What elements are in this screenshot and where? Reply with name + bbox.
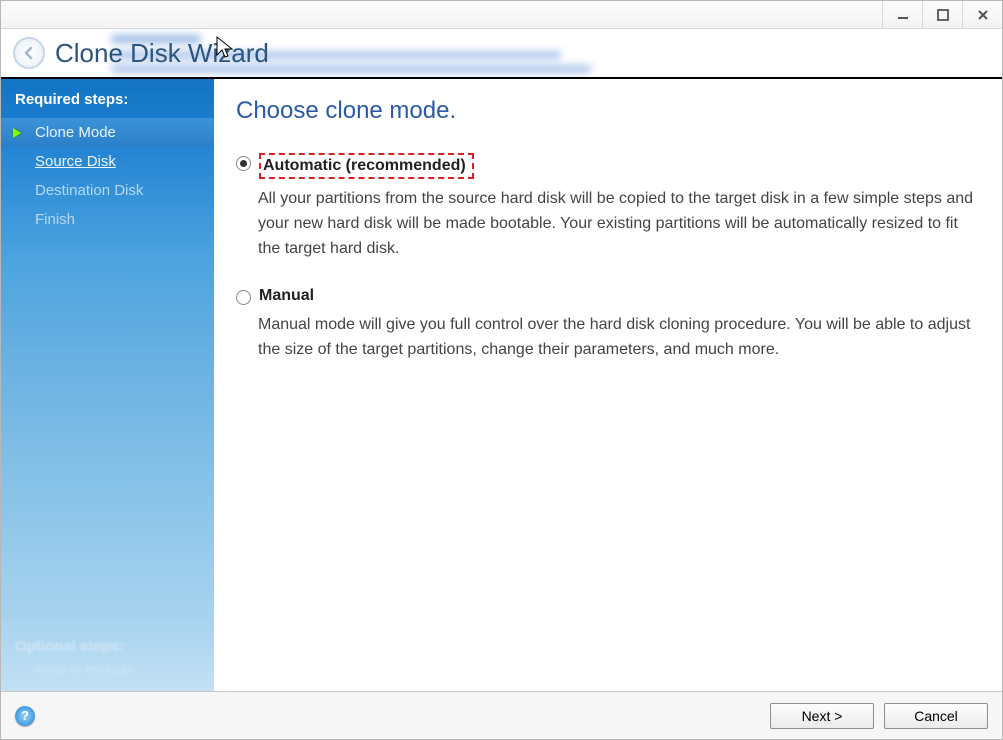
sidebar: Required steps: Clone Mode Source Disk D…: [1, 79, 214, 691]
sidebar-step-label: Destination Disk: [35, 182, 143, 199]
maximize-button[interactable]: [922, 1, 962, 28]
sidebar-step-label: Source Disk: [35, 153, 116, 170]
help-icon[interactable]: ?: [15, 706, 35, 726]
sidebar-step-finish: Finish: [1, 205, 214, 234]
next-button[interactable]: Next >: [770, 703, 874, 729]
option-manual-label: Manual: [259, 287, 314, 305]
option-manual-row: Manual: [236, 287, 980, 305]
titlebar: [1, 1, 1002, 29]
sidebar-step-destination-disk: Destination Disk: [1, 176, 214, 205]
sidebar-optional-item: What to exclude: [33, 661, 133, 677]
minimize-button[interactable]: [882, 1, 922, 28]
option-automatic-desc: All your partitions from the source hard…: [258, 187, 980, 261]
option-manual-desc: Manual mode will give you full control o…: [258, 313, 980, 363]
option-automatic-row: Automatic (recommended): [236, 153, 980, 179]
sidebar-section-label: Required steps:: [1, 89, 214, 118]
wizard-body: Required steps: Clone Mode Source Disk D…: [1, 79, 1002, 691]
option-automatic-label: Automatic (recommended): [263, 157, 466, 174]
cancel-button[interactable]: Cancel: [884, 703, 988, 729]
wizard-window: Clone Disk Wizard Required steps: Clone …: [0, 0, 1003, 740]
sidebar-step-label: Finish: [35, 211, 75, 228]
sidebar-optional-label: Optional steps:: [15, 638, 124, 655]
close-button[interactable]: [962, 1, 1002, 28]
sidebar-step-source-disk[interactable]: Source Disk: [1, 147, 214, 176]
sidebar-step-label: Clone Mode: [35, 124, 116, 141]
wizard-header: Clone Disk Wizard: [1, 29, 1002, 79]
sidebar-step-clone-mode[interactable]: Clone Mode: [1, 118, 214, 147]
help-glyph: ?: [21, 708, 29, 723]
highlight-annotation: Automatic (recommended): [259, 153, 474, 179]
wizard-title: Clone Disk Wizard: [55, 38, 269, 69]
option-manual-radio[interactable]: [236, 290, 251, 305]
option-automatic-radio[interactable]: [236, 156, 251, 171]
window-controls: [882, 1, 1002, 28]
content-panel: Choose clone mode. Automatic (recommende…: [214, 79, 1002, 691]
back-button[interactable]: [13, 37, 45, 69]
footer: ? Next > Cancel: [1, 691, 1002, 739]
content-heading: Choose clone mode.: [236, 97, 980, 125]
